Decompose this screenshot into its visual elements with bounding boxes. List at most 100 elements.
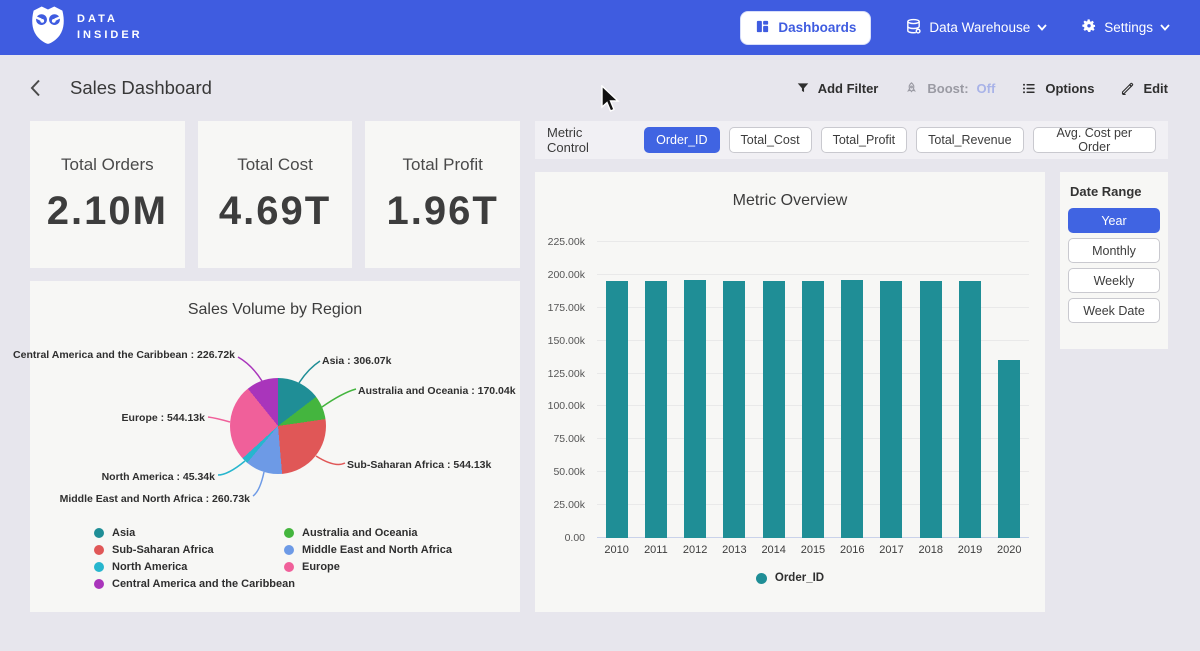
- legend-name: Sub-Saharan Africa: [112, 544, 214, 556]
- pie-legend-item-middle-east-and-north-africa[interactable]: Middle East and North Africa: [284, 544, 452, 556]
- y-tick-label: 25.00k: [553, 499, 585, 511]
- bar-2015[interactable]: [802, 281, 824, 538]
- pie-chart-panel: Sales Volume by Region Asia : 306.07k Aus…: [30, 281, 520, 612]
- date-range-label: Date Range: [1070, 184, 1160, 199]
- legend-name: Central America and the Caribbean: [112, 578, 295, 590]
- metric-button-avg-cost-per-order[interactable]: Avg. Cost per Order: [1033, 127, 1156, 153]
- add-filter-button[interactable]: Add Filter: [796, 81, 879, 96]
- chevron-down-icon: [1160, 24, 1170, 31]
- pie-legend-item-north-america[interactable]: North America: [94, 561, 295, 573]
- database-icon: [905, 18, 922, 38]
- y-tick-label: 125.00k: [548, 368, 585, 380]
- date-range-button-year[interactable]: Year: [1068, 208, 1160, 233]
- date-range-button-weekly[interactable]: Weekly: [1068, 268, 1160, 293]
- x-tick-label: 2016: [835, 544, 869, 556]
- leader-line: [218, 461, 245, 475]
- pie-legend-item-asia[interactable]: Asia: [94, 527, 295, 539]
- date-range-panel: Date Range Year Monthly Weekly Week Date: [1060, 172, 1168, 349]
- pie-legend-column: Australia and Oceania Middle East and Nor…: [284, 527, 452, 573]
- pie-label-central-america-and-the-caribbean: Central America and the Caribbean : 226.…: [13, 349, 235, 361]
- bar-2017[interactable]: [880, 281, 902, 538]
- metric-control-label: Metric Control: [547, 125, 626, 155]
- boost-toggle[interactable]: Boost:Off: [904, 81, 995, 96]
- pie-chart[interactable]: [230, 378, 326, 474]
- leader-line: [253, 472, 264, 496]
- bar-chart-title: Metric Overview: [535, 172, 1045, 210]
- metric-button-total-revenue[interactable]: Total_Revenue: [916, 127, 1023, 153]
- rocket-icon: [904, 81, 919, 96]
- x-tick-label: 2011: [639, 544, 673, 556]
- metric-button-total-cost[interactable]: Total_Cost: [729, 127, 812, 153]
- options-button[interactable]: Options: [1021, 81, 1094, 96]
- bar-chart-panel: Metric Overview 0.0025.00k50.00k75.00k10…: [535, 172, 1045, 612]
- nav-data-warehouse-label: Data Warehouse: [929, 20, 1030, 35]
- x-tick-label: 2014: [757, 544, 791, 556]
- kpi-card: Total Profit1.96T: [365, 121, 520, 268]
- y-tick-label: 100.00k: [548, 400, 585, 412]
- x-tick-label: 2017: [874, 544, 908, 556]
- x-tick-label: 2012: [678, 544, 712, 556]
- y-tick-label: 175.00k: [548, 302, 585, 314]
- pie-label-north-america: North America : 45.34k: [102, 471, 215, 483]
- y-axis: 0.0025.00k50.00k75.00k100.00k125.00k150.…: [535, 242, 589, 538]
- bar-2013[interactable]: [723, 281, 745, 538]
- legend-dot: [94, 579, 104, 589]
- edit-button[interactable]: Edit: [1120, 81, 1168, 96]
- bar-2014[interactable]: [763, 281, 785, 538]
- pie-legend-item-sub-saharan-africa[interactable]: Sub-Saharan Africa: [94, 544, 295, 556]
- brand-text: DATA INSIDER: [77, 12, 143, 44]
- pie-legend-item-central-america-and-the-caribbean[interactable]: Central America and the Caribbean: [94, 578, 295, 590]
- leader-line: [238, 357, 262, 381]
- x-tick-label: 2013: [717, 544, 751, 556]
- y-tick-label: 50.00k: [553, 466, 585, 478]
- pie-legend-item-australia-and-oceania[interactable]: Australia and Oceania: [284, 527, 452, 539]
- pie-chart-title: Sales Volume by Region: [30, 281, 520, 319]
- pie-label-middle-east-and-north-africa: Middle East and North Africa : 260.73k: [60, 493, 250, 505]
- filter-funnel-icon: [796, 81, 810, 95]
- bar-2016[interactable]: [841, 280, 863, 538]
- legend-dot: [284, 545, 294, 555]
- bar-chart-legend[interactable]: Order_ID: [535, 572, 1045, 584]
- back-button[interactable]: [30, 79, 48, 97]
- bar-2012[interactable]: [684, 280, 706, 538]
- top-navbar: DATA INSIDER Dashboards Data Warehouse: [0, 0, 1200, 55]
- legend-name: North America: [112, 561, 187, 573]
- bar-2011[interactable]: [645, 281, 667, 538]
- y-tick-label: 150.00k: [548, 335, 585, 347]
- legend-dot: [94, 528, 104, 538]
- bar-2020[interactable]: [998, 360, 1020, 538]
- y-tick-label: 200.00k: [548, 269, 585, 281]
- page-title: Sales Dashboard: [70, 77, 212, 99]
- x-tick-label: 2018: [914, 544, 948, 556]
- list-options-icon: [1021, 81, 1037, 96]
- nav-data-warehouse[interactable]: Data Warehouse: [905, 18, 1047, 38]
- pie-label-asia: Asia : 306.07k: [322, 355, 391, 367]
- legend-dot: [284, 562, 294, 572]
- metric-button-order-id[interactable]: Order_ID: [644, 127, 719, 153]
- pie-legend-column: Asia Sub-Saharan Africa North America Centr…: [94, 527, 295, 590]
- bar-plot-area: [597, 242, 1029, 538]
- bar-2018[interactable]: [920, 281, 942, 538]
- kpi-card: Total Cost4.69T: [198, 121, 353, 268]
- x-tick-label: 2019: [953, 544, 987, 556]
- date-range-button-monthly[interactable]: Monthly: [1068, 238, 1160, 263]
- metric-button-total-profit[interactable]: Total_Profit: [821, 127, 908, 153]
- y-tick-label: 225.00k: [548, 236, 585, 248]
- bar-2019[interactable]: [959, 281, 981, 538]
- bar-2010[interactable]: [606, 281, 628, 538]
- date-range-button-week-date[interactable]: Week Date: [1068, 298, 1160, 323]
- x-tick-label: 2015: [796, 544, 830, 556]
- pie-label-sub-saharan-africa: Sub-Saharan Africa : 544.13k: [347, 459, 491, 471]
- kpi-value: 4.69T: [219, 189, 331, 234]
- nav-settings[interactable]: Settings: [1081, 18, 1170, 37]
- legend-name: Australia and Oceania: [302, 527, 418, 539]
- pencil-icon: [1120, 81, 1135, 96]
- kpi-label: Total Orders: [61, 155, 154, 175]
- chevron-down-icon: [1037, 24, 1047, 31]
- bars-container: [597, 242, 1029, 538]
- nav-dashboards-button[interactable]: Dashboards: [740, 11, 871, 45]
- nav-dashboards-label: Dashboards: [778, 20, 856, 35]
- pie-legend-item-europe[interactable]: Europe: [284, 561, 452, 573]
- boost-status: Off: [977, 81, 996, 96]
- legend-name: Asia: [112, 527, 135, 539]
